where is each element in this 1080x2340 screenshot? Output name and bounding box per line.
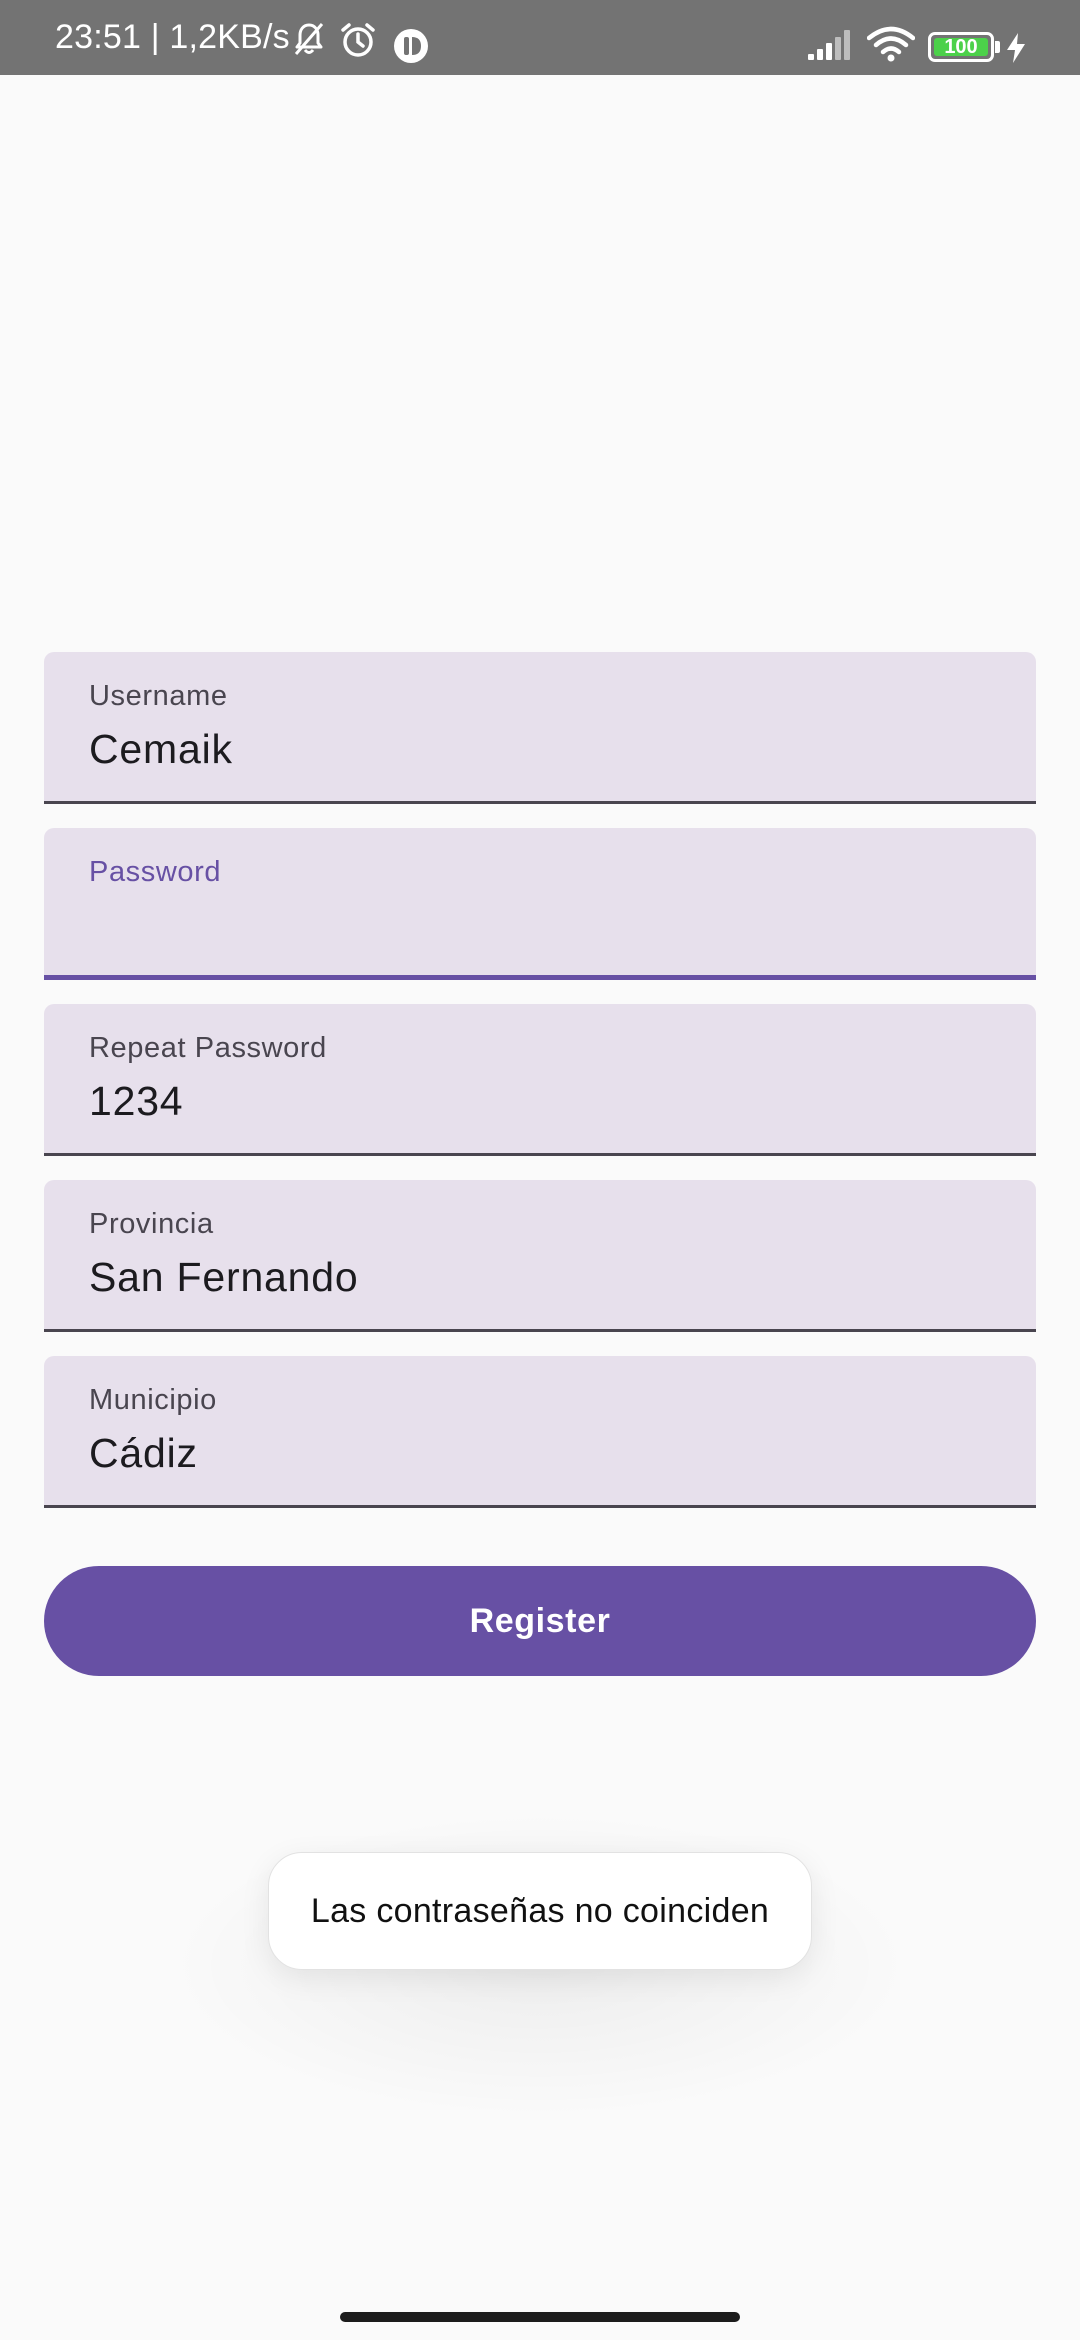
password-field[interactable]: Password [44, 828, 1036, 980]
alarm-icon [341, 23, 375, 57]
toast-message: Las contraseñas no coinciden [268, 1852, 812, 1970]
provincia-field[interactable]: Provincia San Fernando [44, 1180, 1036, 1332]
username-field[interactable]: Username Cemaik [44, 652, 1036, 804]
battery-cap [995, 41, 1000, 53]
repeat-password-input[interactable]: 1234 [89, 1078, 183, 1125]
provincia-label: Provincia [89, 1208, 214, 1240]
battery-level: 100 [934, 37, 988, 57]
charging-icon [1007, 33, 1025, 63]
bell-off-icon [294, 23, 324, 55]
password-label: Password [89, 856, 222, 888]
home-indicator[interactable] [340, 2312, 740, 2322]
battery-icon: 100 [928, 32, 994, 62]
status-time-speed: 23:51 | 1,2KB/s [55, 18, 290, 56]
status-bar: 23:51 | 1,2KB/s 100 [0, 0, 1080, 75]
provincia-input[interactable]: San Fernando [89, 1254, 358, 1301]
municipio-input[interactable]: Cádiz [89, 1430, 198, 1477]
register-button[interactable]: Register [44, 1566, 1036, 1676]
wifi-icon [867, 26, 915, 62]
municipio-label: Municipio [89, 1384, 217, 1416]
signal-icon [808, 30, 850, 60]
municipio-field[interactable]: Municipio Cádiz [44, 1356, 1036, 1508]
username-label: Username [89, 680, 228, 712]
username-input[interactable]: Cemaik [89, 726, 233, 773]
repeat-password-label: Repeat Password [89, 1032, 327, 1064]
app-notification-icon [394, 29, 428, 63]
repeat-password-field[interactable]: Repeat Password 1234 [44, 1004, 1036, 1156]
